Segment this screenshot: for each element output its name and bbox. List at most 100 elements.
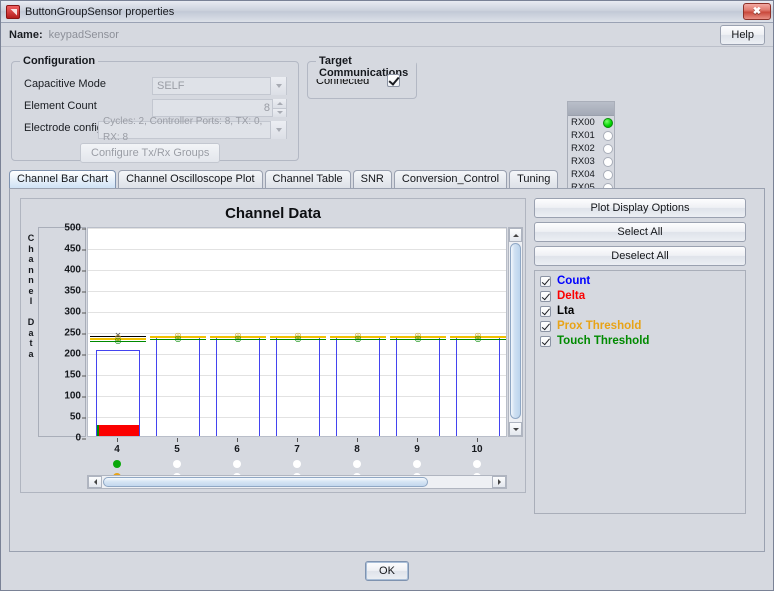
tab-tuning[interactable]: Tuning [509, 170, 559, 188]
y-tick-label: 350 [64, 286, 86, 297]
chart-container: Channel Data Channel Data 0 50 100 150 200 25… [20, 198, 526, 493]
grid-line [88, 228, 506, 229]
close-icon[interactable]: ✖ [743, 3, 771, 20]
tab-channel-table[interactable]: Channel Table [264, 170, 351, 188]
x-tick-mark [477, 438, 478, 442]
deselect-all-button[interactable]: Deselect All [534, 246, 746, 266]
grid-line [88, 312, 506, 313]
chart-controls: Plot Display Options Select All Deselect… [534, 198, 746, 514]
grid-line [88, 291, 506, 292]
upper-area: Configuration Capacitive Mode SELF Eleme… [1, 47, 773, 221]
rx-led-on-icon [603, 117, 613, 128]
plot-display-options-button[interactable]: Plot Display Options [534, 198, 746, 218]
scroll-left-arrow-icon[interactable] [88, 476, 102, 488]
stepper-down-icon[interactable] [272, 108, 286, 117]
series-checkbox[interactable] [540, 290, 551, 302]
scroll-down-arrow-icon[interactable] [509, 422, 522, 436]
status-dot [113, 460, 121, 468]
series-legend-item[interactable]: Count [540, 275, 740, 287]
series-label: Count [557, 275, 591, 287]
chevron-down-icon [270, 77, 286, 95]
y-axis-label-char: a [28, 327, 34, 338]
y-tick-label: 100 [64, 391, 86, 402]
x-tick-mark [357, 438, 358, 442]
stepper-up-icon[interactable] [272, 99, 286, 109]
tab-channel-oscilloscope-plot[interactable]: Channel Oscilloscope Plot [118, 170, 263, 188]
tab-channel-bar-chart[interactable]: Channel Bar Chart [9, 170, 117, 188]
status-dot [473, 460, 481, 468]
y-tick-label: 150 [64, 370, 86, 381]
y-axis-label-char: C [27, 233, 35, 243]
series-checkbox[interactable] [540, 320, 551, 332]
ok-button[interactable]: OK [365, 561, 409, 581]
series-checkbox[interactable] [540, 305, 551, 317]
series-legend-item[interactable]: Touch Threshold [540, 335, 740, 347]
y-tick-label: 50 [70, 412, 86, 423]
vertical-scroll-thumb[interactable] [510, 243, 521, 419]
y-axis-label-char: e [28, 285, 34, 296]
target-communications-group: Target Communications Connected [307, 55, 417, 99]
plot-area: ✕ ◎ ◎ ◎ ◎ ◎ ◎ ◎ ◎ ◎ ◎ ◎ ◎ ◎ ◎ [87, 227, 507, 437]
y-axis-label: Channel Data [25, 233, 37, 359]
series-legend-item[interactable]: Lta [540, 305, 740, 317]
select-all-button[interactable]: Select All [534, 222, 746, 242]
series-legend-item[interactable]: Delta [540, 290, 740, 302]
stepper-buttons[interactable] [272, 99, 286, 117]
scroll-right-arrow-icon[interactable] [492, 476, 506, 488]
configuration-group: Configuration Capacitive Mode SELF Eleme… [11, 55, 299, 163]
y-axis-label-char: h [28, 243, 34, 254]
y-axis-label-char: a [28, 254, 34, 264]
rx-row[interactable]: RX00 [568, 116, 614, 129]
rx-row[interactable]: RX02 [568, 142, 614, 155]
x-tick-mark [297, 438, 298, 442]
tab-bar: Channel Bar Chart Channel Oscilloscope Pl… [1, 169, 773, 188]
y-axis-label-char: l [29, 296, 33, 306]
rx-label: RX02 [571, 143, 595, 154]
rx-row[interactable]: RX04 [568, 168, 614, 181]
configure-txrx-groups-button[interactable]: Configure Tx/Rx Groups [80, 143, 221, 163]
marker-touch-threshold: ◎ [294, 333, 302, 343]
marker-touch-threshold: ◎ [414, 333, 422, 343]
bar-count [396, 337, 440, 436]
x-tick-label: 10 [471, 444, 483, 455]
bar-count [276, 337, 320, 436]
tab-conversion-control[interactable]: Conversion_Control [393, 170, 508, 188]
series-checkbox[interactable] [540, 335, 551, 347]
capacitive-mode-label: Capacitive Mode [24, 78, 106, 90]
status-dot [353, 460, 361, 468]
y-axis: 0 50 100 150 200 250 300 350 400 450 500 [38, 223, 86, 444]
chart-horizontal-scrollbar[interactable] [87, 475, 507, 489]
bar-count [216, 337, 260, 436]
series-legend-item[interactable]: Prox Threshold [540, 320, 740, 332]
series-checkbox[interactable] [540, 275, 551, 287]
y-tick-mark [82, 417, 86, 418]
electrode-config-value: Cycles: 2, Controller Ports: 8, TX: 0, R… [103, 116, 263, 143]
rx-row[interactable]: RX01 [568, 129, 614, 142]
y-tick-mark [82, 438, 86, 439]
rx-label: RX01 [571, 130, 595, 141]
y-tick-label: 450 [64, 244, 86, 255]
scroll-up-arrow-icon[interactable] [509, 228, 522, 242]
tab-snr[interactable]: SNR [352, 170, 392, 188]
capacitive-mode-select[interactable]: SELF [152, 77, 287, 95]
x-tick-mark [177, 438, 178, 442]
chart-title: Channel Data [225, 205, 321, 222]
chart-vertical-scrollbar[interactable] [508, 227, 523, 437]
y-tick-mark [82, 270, 86, 271]
help-button[interactable]: Help [720, 24, 765, 45]
capacitive-mode-value: SELF [157, 80, 185, 92]
x-tick-label: 9 [414, 444, 420, 455]
app-icon [6, 4, 20, 19]
y-axis-label-char: D [27, 317, 35, 327]
connected-checkbox[interactable] [387, 74, 401, 87]
horizontal-scroll-thumb[interactable] [103, 477, 428, 487]
status-dot [413, 460, 421, 468]
y-tick-mark [82, 249, 86, 250]
y-axis-label-char: a [28, 348, 34, 359]
electrode-config-select[interactable]: Cycles: 2, Controller Ports: 8, TX: 0, R… [98, 116, 287, 143]
y-tick-label: 500 [64, 223, 86, 234]
y-tick-label: 300 [64, 307, 86, 318]
rx-label: RX00 [571, 117, 595, 128]
y-tick-mark [82, 291, 86, 292]
rx-row[interactable]: RX03 [568, 155, 614, 168]
